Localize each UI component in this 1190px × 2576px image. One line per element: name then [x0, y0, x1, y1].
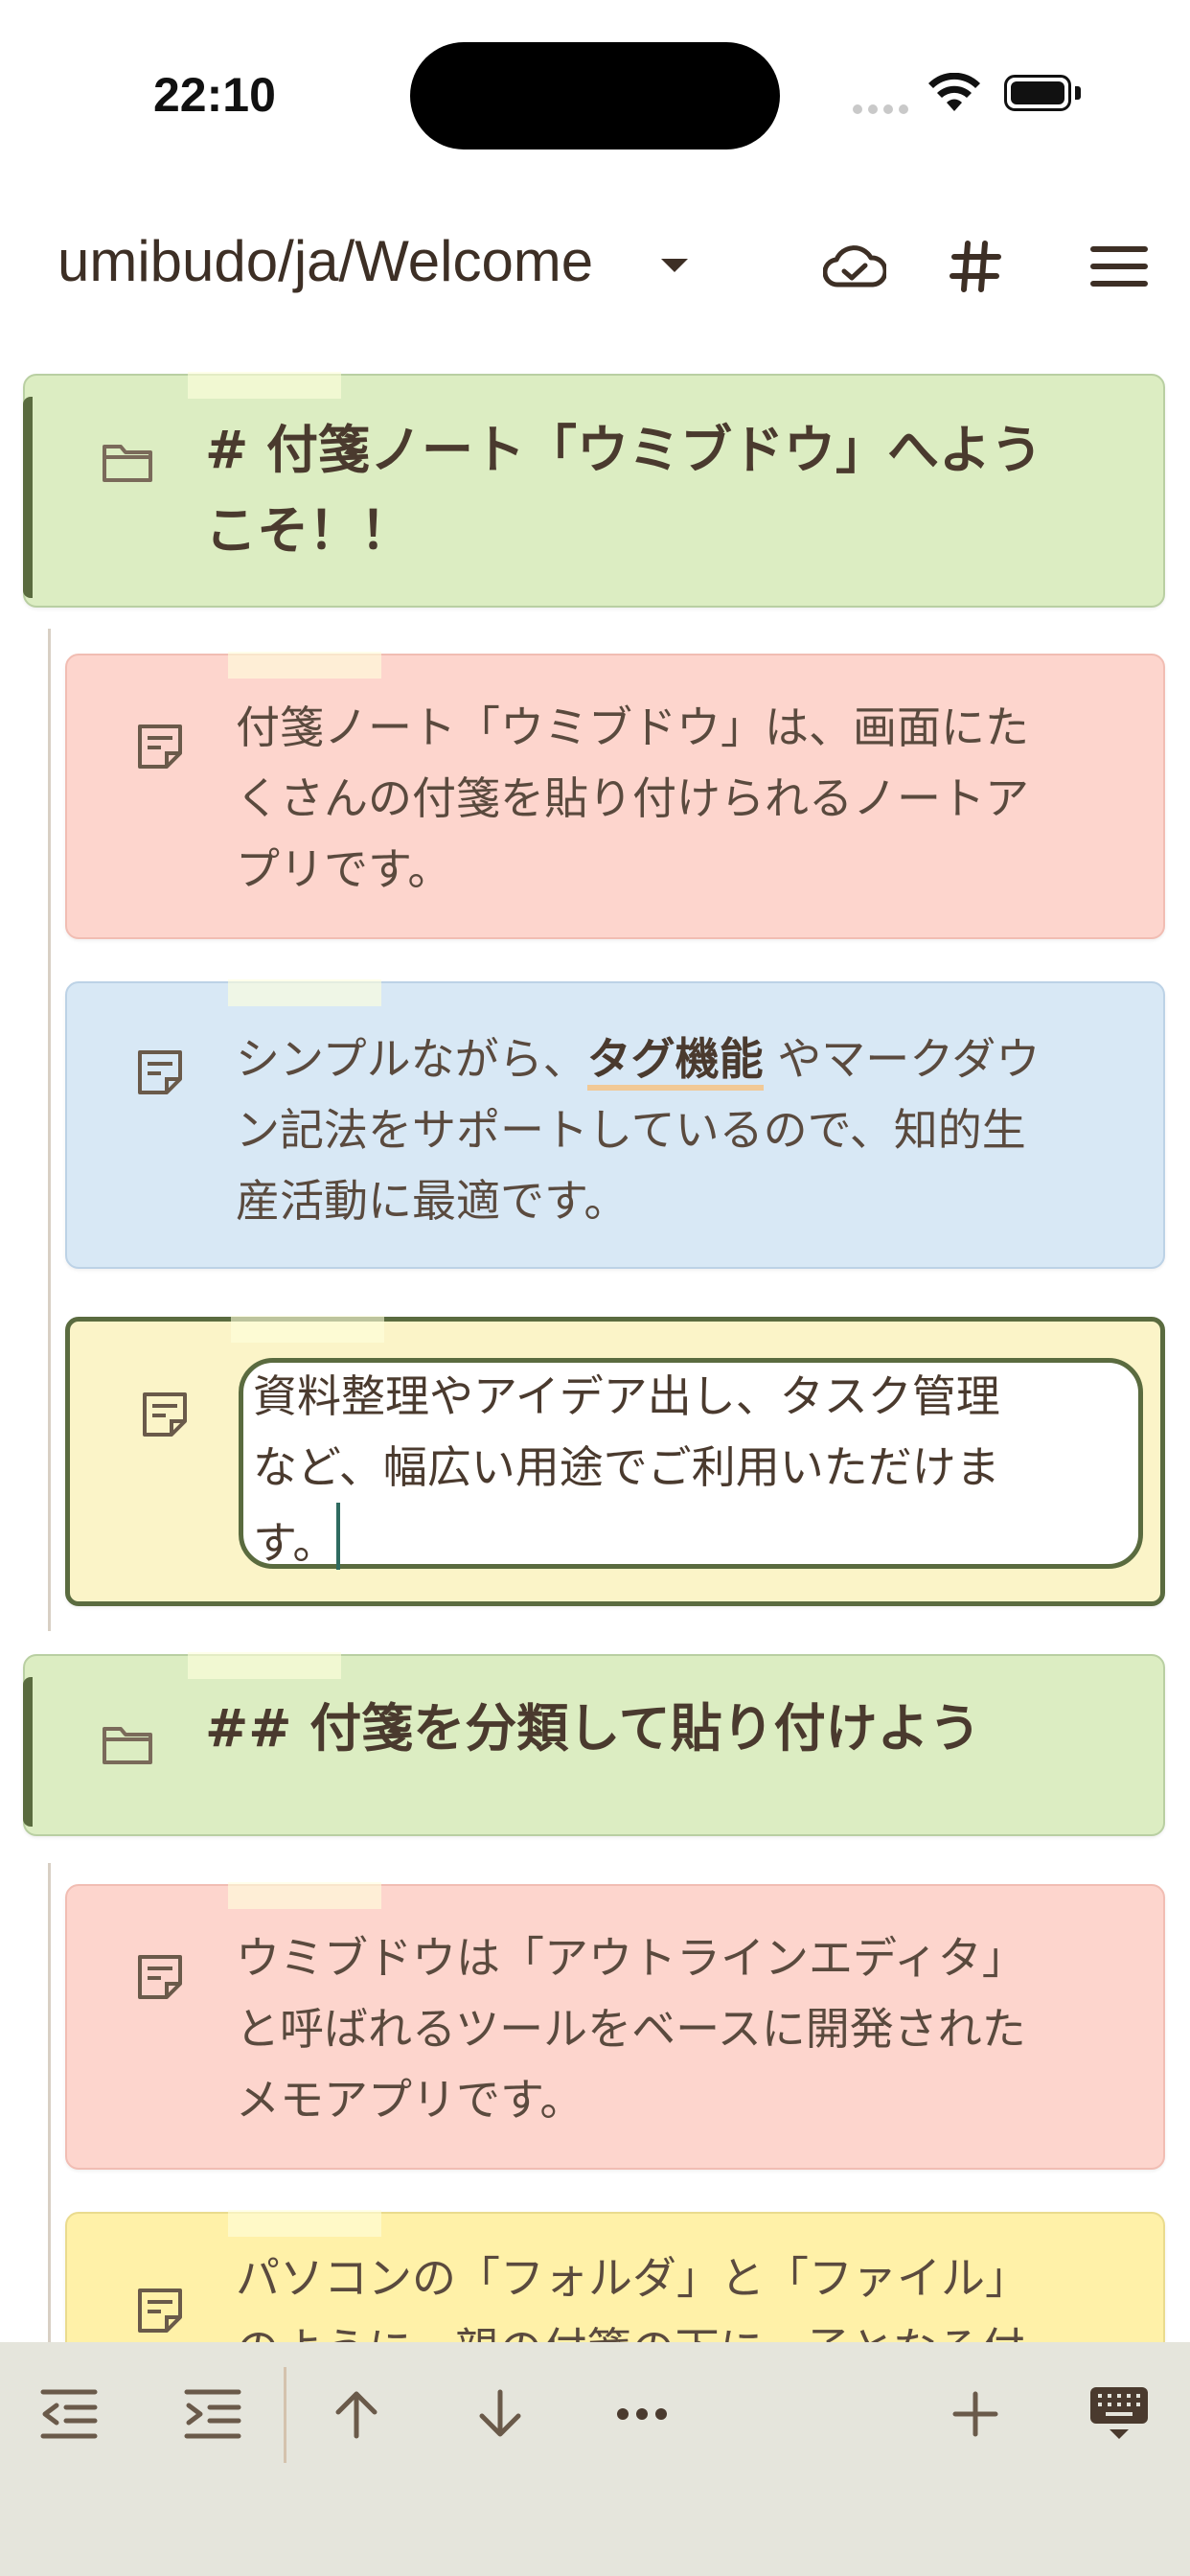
- note-icon: [136, 1048, 184, 1100]
- dynamic-island: [410, 42, 780, 150]
- keyboard-dismiss-icon[interactable]: [1071, 2371, 1167, 2457]
- page-title[interactable]: umibudo/ja/Welcome: [57, 228, 593, 294]
- chevron-down-icon[interactable]: [661, 259, 688, 272]
- outdent-icon[interactable]: [21, 2371, 117, 2457]
- note-text: シンプルながら、タグ機能 やマークダウ ン記法をサポートしているので、知的生 産…: [236, 1033, 1041, 1227]
- folder-icon: [102, 441, 153, 487]
- folder-icon: [102, 1723, 153, 1769]
- move-up-icon[interactable]: [309, 2371, 404, 2457]
- note-icon: [136, 723, 184, 774]
- move-down-icon[interactable]: [452, 2371, 548, 2457]
- note-text: ウミブドウは「アウトラインエディタ」 と呼ばれるツールをベースに開発された メモ…: [236, 1932, 1026, 2126]
- text-cursor: [336, 1503, 341, 1570]
- outline-guide: [48, 629, 51, 1631]
- note-card[interactable]: 付箋ノート「ウミブドウ」は、画面にた くさんの付箋を貼り付けられるノートア プリ…: [65, 652, 1165, 939]
- note-text: 付箋ノート「ウミブドウ」は、画面にた くさんの付箋を貼り付けられるノートア プリ…: [236, 702, 1029, 895]
- note-icon: [136, 1953, 184, 2005]
- battery-icon: [1004, 75, 1071, 111]
- folder-card[interactable]: # 付箋ノート「ウミブドウ」へよう こそ！！: [23, 372, 1165, 608]
- note-icon: [136, 2287, 184, 2338]
- indent-icon[interactable]: [165, 2371, 261, 2457]
- battery-tip: [1075, 86, 1081, 100]
- hashtag-icon[interactable]: [937, 228, 1014, 305]
- outline-guide: [48, 1863, 51, 2342]
- note-text-editor[interactable]: 資料整理やアイデア出し、タスク管理 など、幅広い用途でご利用いただけま す。: [239, 1358, 1143, 1570]
- wifi-icon: [927, 72, 981, 117]
- folder-card[interactable]: ## 付箋を分類して貼り付けよう: [23, 1652, 1165, 1836]
- status-time: 22:10: [153, 68, 276, 122]
- cellular-signal-icon: [853, 100, 914, 118]
- note-card-selected[interactable]: 資料整理やアイデア出し、タスク管理 など、幅広い用途でご利用いただけま す。: [65, 1316, 1165, 1606]
- cloud-check-icon[interactable]: [816, 228, 893, 305]
- add-icon[interactable]: [927, 2371, 1023, 2457]
- note-icon: [141, 1391, 189, 1442]
- tag-link[interactable]: タグ機能: [586, 1033, 764, 1091]
- more-icon[interactable]: [594, 2371, 690, 2457]
- folder-heading: ## 付箋を分類して貼り付けよう: [205, 1698, 981, 1759]
- hamburger-menu-icon[interactable]: [1081, 228, 1157, 305]
- note-card[interactable]: シンプルながら、タグ機能 やマークダウ ン記法をサポートしているので、知的生 産…: [65, 979, 1165, 1269]
- note-card[interactable]: ウミブドウは「アウトラインエディタ」 と呼ばれるツールをベースに開発された メモ…: [65, 1882, 1165, 2170]
- folder-heading: # 付箋ノート「ウミブドウ」へよう こそ！！: [205, 420, 1043, 561]
- toolbar-divider: [284, 2367, 286, 2463]
